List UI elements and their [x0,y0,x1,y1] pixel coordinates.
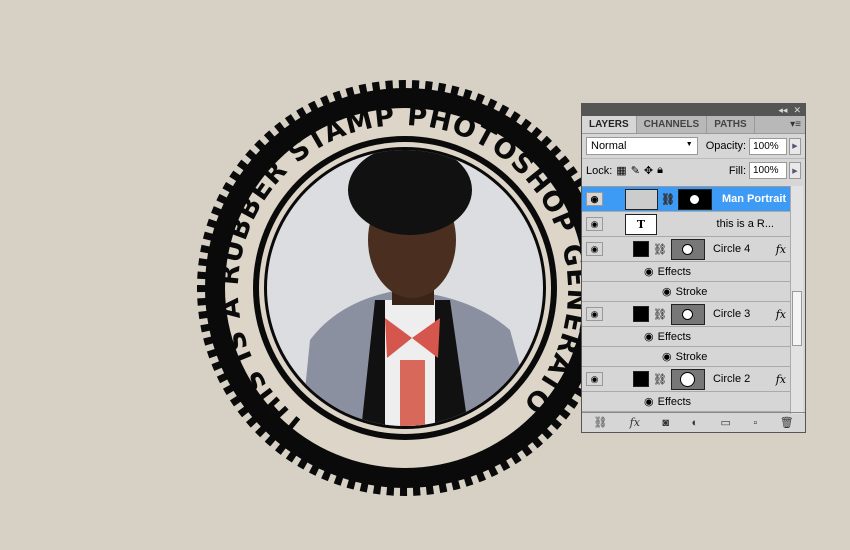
tab-channels[interactable]: CHANNELS [637,116,708,133]
stroke-label: Stroke [675,285,708,298]
vector-mask-thumbnail[interactable] [670,303,705,325]
visibility-eye-icon[interactable]: ◉ [662,350,672,363]
fill-slider-button[interactable]: ▶ [789,162,801,179]
visibility-eye-icon[interactable]: ◉ [586,242,603,256]
opacity-slider-button[interactable]: ▶ [789,137,801,155]
link-icon[interactable]: ⛓ [653,373,667,386]
fill-input[interactable]: 100% [749,162,787,179]
stroke-effect-row[interactable]: ◉ Stroke [582,347,792,367]
visibility-eye-icon[interactable]: ◉ [644,395,654,408]
link-icon[interactable]: ⛓ [653,308,667,321]
visibility-eye-icon[interactable]: ◉ [644,330,654,343]
stroke-effect-row[interactable]: ◉ Stroke [582,282,792,302]
fx-icon[interactable]: fx [776,308,786,321]
layer-name[interactable]: Man Portrait [722,193,786,205]
link-icon[interactable]: ⛓ [661,193,675,206]
text-layer-thumbnail: T [625,213,657,235]
add-style-fx-icon[interactable]: fx [630,416,640,429]
layer-name[interactable]: Circle 3 [713,308,750,320]
lock-all-icon[interactable]: 🔒︎ [657,164,663,177]
layer-mask-thumbnail[interactable] [677,188,712,210]
layer-man-portrait[interactable]: ◉ ⛓ Man Portrait [582,187,792,212]
stroke-label: Stroke [675,350,708,363]
layer-thumbnail [625,188,658,210]
tab-paths[interactable]: PATHS [707,116,755,133]
effects-label: Effects [657,330,692,343]
link-layers-icon[interactable]: ⛓ [593,416,607,429]
close-icon[interactable]: ✕ [793,105,801,116]
layer-thumbnail [633,306,649,322]
link-icon[interactable]: ⛓ [653,243,667,256]
lock-transparent-icon[interactable]: ▦ [616,164,626,177]
vector-mask-thumbnail[interactable] [670,368,705,390]
layer-text[interactable]: ◉ T this is a R... [582,212,792,237]
visibility-eye-icon[interactable]: ◉ [586,192,603,206]
collapse-icon[interactable]: ◂◂ [778,105,787,116]
visibility-eye-icon[interactable]: ◉ [586,372,603,386]
tab-layers[interactable]: LAYERS [582,116,637,133]
new-group-icon[interactable]: ▭ [721,416,731,429]
fx-icon[interactable]: fx [776,243,786,256]
layer-circle-3[interactable]: ◉ ⛓ Circle 3 fx [582,302,792,327]
scrollbar-thumb[interactable] [792,291,802,346]
new-layer-icon[interactable]: ▫ [753,417,757,429]
adjustment-layer-icon[interactable]: ◐ [691,417,698,429]
lock-label: Lock: [586,164,613,177]
visibility-eye-icon[interactable]: ◉ [586,307,603,321]
opacity-input[interactable]: 100% [749,137,788,155]
visibility-eye-icon[interactable]: ◉ [662,285,672,298]
fill-label: Fill: [728,164,746,177]
effects-row[interactable]: ◉ Effects [582,392,792,412]
vector-mask-thumbnail[interactable] [670,238,705,260]
visibility-eye-icon[interactable]: ◉ [586,217,603,231]
layer-name[interactable]: this is a R... [717,218,774,230]
layer-circle-2[interactable]: ◉ ⛓ Circle 2 fx [582,367,792,392]
layer-name[interactable]: Circle 2 [713,373,750,385]
layer-circle-4[interactable]: ◉ ⛓ Circle 4 fx [582,237,792,262]
delete-layer-icon[interactable]: 🗑︎ [780,416,794,429]
layers-scrollbar[interactable] [790,186,803,414]
panel-menu-icon[interactable]: ▾≡ [790,119,801,130]
effects-row[interactable]: ◉ Effects [582,262,792,282]
layer-name[interactable]: Circle 4 [713,243,750,255]
opacity-label: Opacity: [705,140,747,152]
layers-panel: ◂◂ ✕ LAYERS CHANNELS PATHS ▾≡ Normal Opac… [581,103,806,433]
effects-label: Effects [657,395,692,408]
visibility-eye-icon[interactable]: ◉ [644,265,654,278]
add-mask-icon[interactable]: ◙ [662,417,669,429]
layer-thumbnail [633,371,649,387]
blend-mode-select[interactable]: Normal [586,137,698,155]
effects-row[interactable]: ◉ Effects [582,327,792,347]
lock-brush-icon[interactable]: ✎ [631,164,640,177]
fx-icon[interactable]: fx [776,373,786,386]
effects-label: Effects [657,265,692,278]
lock-move-icon[interactable]: ✥ [644,164,653,177]
layer-thumbnail [633,241,649,257]
